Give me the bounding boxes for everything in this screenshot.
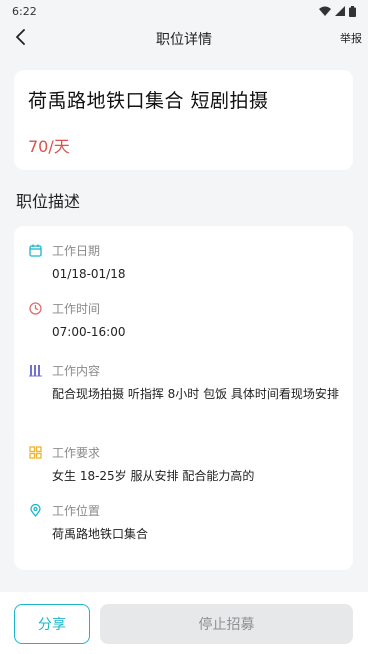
clock-icon: [28, 301, 42, 315]
location-pin-icon: [28, 503, 42, 517]
detail-item-content: 工作内容 配合现场拍摄 听指挥 8小时 包饭 具体时间看现场安排: [28, 360, 339, 442]
bottom-action-bar: 分享 停止招募: [0, 592, 368, 654]
status-time: 6:22: [12, 4, 37, 18]
detail-item-time: 工作时间 07:00-16:00: [28, 298, 339, 360]
grid-icon: [28, 445, 42, 459]
wifi-icon: [319, 6, 331, 16]
detail-value: 荷禹路地铁口集合: [52, 527, 149, 541]
stop-recruiting-button[interactable]: 停止招募: [100, 604, 353, 644]
detail-value: 07:00-16:00: [52, 325, 126, 339]
job-detail-card: 工作日期 01/18-01/18 工作时间 07:00-16:00 工作内容 配…: [14, 226, 353, 570]
bars-icon: [28, 363, 42, 377]
detail-label: 工作内容: [52, 363, 101, 378]
job-title: 荷禹路地铁口集合 短剧拍摄: [28, 90, 269, 112]
status-bar: 6:22: [0, 0, 368, 22]
job-salary: 70/天: [28, 137, 70, 156]
detail-item-location: 工作位置 荷禹路地铁口集合: [28, 500, 339, 554]
detail-item-requirements: 工作要求 女生 18-25岁 服从安排 配合能力高的: [28, 442, 339, 500]
detail-label: 工作时间: [52, 301, 101, 316]
page-title: 职位详情: [156, 32, 212, 48]
detail-label: 工作位置: [52, 503, 101, 518]
detail-item-date: 工作日期 01/18-01/18: [28, 240, 339, 298]
detail-value: 01/18-01/18: [52, 267, 126, 281]
section-title: 职位描述: [16, 192, 81, 211]
detail-value: 配合现场拍摄 听指挥 8小时 包饭 具体时间看现场安排: [52, 387, 339, 401]
battery-icon: [349, 5, 356, 17]
signal-icon: [335, 6, 345, 16]
status-icons: [319, 5, 356, 17]
detail-value: 女生 18-25岁 服从安排 配合能力高的: [52, 469, 255, 483]
job-header-card: 荷禹路地铁口集合 短剧拍摄 70/天: [14, 70, 353, 170]
share-button[interactable]: 分享: [14, 604, 90, 644]
calendar-icon: [28, 243, 42, 257]
detail-label: 工作日期: [52, 243, 101, 258]
detail-label: 工作要求: [52, 445, 101, 460]
report-button[interactable]: 举报: [340, 30, 362, 46]
nav-bar: 职位详情 举报: [0, 22, 368, 56]
chevron-left-icon: [15, 29, 27, 49]
back-button[interactable]: [8, 26, 34, 52]
